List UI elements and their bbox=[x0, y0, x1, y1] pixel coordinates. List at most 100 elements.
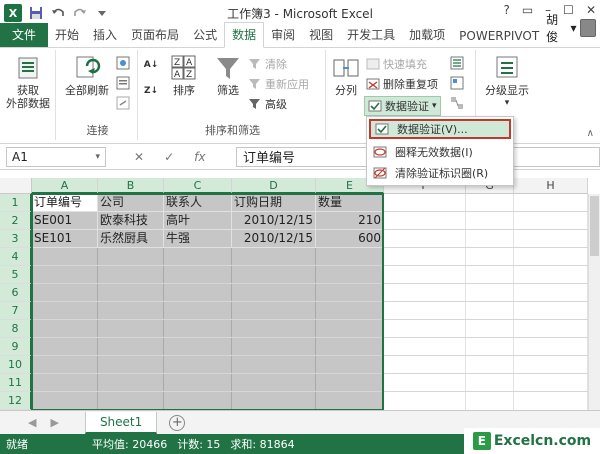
get-external-data-button[interactable]: 获取 外部数据 bbox=[2, 54, 54, 110]
svg-text:A: A bbox=[186, 58, 193, 68]
what-if-button[interactable] bbox=[450, 76, 464, 90]
name-box[interactable]: A1 ▾ bbox=[6, 146, 106, 167]
tab-home[interactable]: 开始 bbox=[48, 23, 86, 47]
gridline bbox=[32, 355, 588, 356]
menu-item-circle-invalid[interactable]: 圈释无效数据(I) bbox=[369, 142, 511, 162]
cell-e1[interactable]: 数量 bbox=[316, 194, 384, 212]
advanced-filter-button[interactable]: 高级 bbox=[248, 96, 287, 112]
tab-developer[interactable]: 开发工具 bbox=[340, 23, 402, 47]
relationships-button[interactable] bbox=[450, 96, 464, 110]
tab-formulas[interactable]: 公式 bbox=[186, 23, 224, 47]
tab-review[interactable]: 审阅 bbox=[264, 23, 302, 47]
advanced-filter-icon bbox=[248, 97, 262, 111]
next-sheet-icon[interactable]: ▶ bbox=[50, 416, 58, 429]
tab-view[interactable]: 视图 bbox=[302, 23, 340, 47]
tab-data[interactable]: 数据 bbox=[224, 22, 265, 48]
consolidate-button[interactable] bbox=[450, 56, 464, 70]
data-validation-button[interactable]: 数据验证 ▾ bbox=[364, 96, 441, 116]
menu-item-data-validation[interactable]: 数据验证(V)... bbox=[369, 119, 511, 139]
cell-a2[interactable]: SE001 bbox=[32, 212, 98, 230]
sort-button[interactable]: ZAAZ 排序 bbox=[164, 54, 204, 97]
svg-text:Z: Z bbox=[174, 58, 180, 68]
reapply-button[interactable]: 重新应用 bbox=[248, 76, 309, 92]
cell-d2[interactable]: 2010/12/15 bbox=[232, 212, 316, 230]
sort-descending-icon: Z↓ bbox=[143, 86, 159, 96]
row-header[interactable]: 11 bbox=[0, 374, 32, 392]
cell-a3[interactable]: SE101 bbox=[32, 230, 98, 248]
cell-e2[interactable]: 210 bbox=[316, 212, 384, 230]
connections-button[interactable] bbox=[116, 56, 130, 70]
row-header[interactable]: 9 bbox=[0, 338, 32, 356]
tab-powerpivot[interactable]: POWERPIVOT bbox=[452, 26, 546, 47]
row-header[interactable]: 7 bbox=[0, 302, 32, 320]
sort-desc-button[interactable]: Z↓ bbox=[144, 84, 158, 98]
ribbon-display-icon[interactable]: ▭ bbox=[522, 3, 533, 17]
tab-page-layout[interactable]: 页面布局 bbox=[124, 23, 186, 47]
row-header[interactable]: 1 bbox=[0, 194, 32, 212]
data-validation-icon bbox=[375, 122, 389, 136]
cell-d3[interactable]: 2010/12/15 bbox=[232, 230, 316, 248]
sheet-tab-sheet1[interactable]: Sheet1 bbox=[84, 411, 158, 434]
edit-links-button[interactable] bbox=[116, 96, 130, 110]
tab-file[interactable]: 文件 bbox=[0, 23, 49, 47]
enter-icon[interactable]: ✓ bbox=[164, 150, 174, 164]
select-all-corner[interactable] bbox=[0, 178, 32, 194]
sort-filter-group-label: 排序和筛选 bbox=[205, 124, 260, 137]
cell-c3[interactable]: 牛强 bbox=[164, 230, 232, 248]
text-to-columns-button[interactable]: 分列 bbox=[328, 54, 364, 97]
clear-filter-icon bbox=[248, 57, 262, 71]
row-header[interactable]: 8 bbox=[0, 320, 32, 338]
column-header-d[interactable]: D bbox=[232, 178, 316, 194]
user-account[interactable]: 胡俊 ▾ bbox=[546, 11, 600, 47]
tab-addins[interactable]: 加载项 bbox=[402, 23, 452, 47]
help-icon[interactable]: ? bbox=[503, 3, 509, 17]
cell-b1[interactable]: 公司 bbox=[98, 194, 164, 212]
row-header[interactable]: 6 bbox=[0, 284, 32, 302]
insert-function-icon[interactable]: fx bbox=[194, 150, 205, 164]
gridline bbox=[465, 194, 466, 410]
remove-duplicates-label: 删除重复项 bbox=[383, 78, 438, 91]
refresh-all-button[interactable]: 全部刷新 bbox=[60, 54, 114, 97]
sort-label: 排序 bbox=[173, 84, 195, 97]
menu-item-clear-circles[interactable]: 清除验证标识圈(R) bbox=[369, 163, 511, 183]
cell-e3[interactable]: 600 bbox=[316, 230, 384, 248]
scrollbar-thumb[interactable] bbox=[590, 196, 599, 256]
refresh-all-label: 全部刷新 bbox=[65, 84, 109, 97]
row-header[interactable]: 4 bbox=[0, 248, 32, 266]
cell-c2[interactable]: 高叶 bbox=[164, 212, 232, 230]
vertical-scrollbar[interactable] bbox=[588, 194, 600, 410]
remove-duplicates-button[interactable]: 删除重复项 bbox=[366, 76, 438, 92]
tab-insert[interactable]: 插入 bbox=[86, 23, 124, 47]
row-header[interactable]: 2 bbox=[0, 212, 32, 230]
cell-a1[interactable]: 订单编号 bbox=[32, 194, 98, 212]
cell-b3[interactable]: 乐然厨具 bbox=[98, 230, 164, 248]
cell-c1[interactable]: 联系人 bbox=[164, 194, 232, 212]
column-header-b[interactable]: B bbox=[98, 178, 164, 194]
watermark-text: Excelcn.com bbox=[493, 433, 592, 449]
ribbon-tabs: 文件 开始 插入 页面布局 公式 数据 审阅 视图 开发工具 加载项 POWER… bbox=[0, 13, 600, 48]
outline-button[interactable]: 分级显示 ▾ bbox=[480, 54, 534, 110]
chevron-down-icon: ▾ bbox=[432, 101, 437, 111]
properties-button[interactable] bbox=[116, 76, 130, 90]
sort-asc-button[interactable]: A↓ bbox=[144, 58, 159, 72]
add-sheet-icon[interactable]: + bbox=[169, 414, 186, 431]
svg-text:Z: Z bbox=[186, 70, 192, 80]
column-header-h[interactable]: H bbox=[514, 178, 588, 194]
cancel-icon[interactable]: ✕ bbox=[134, 150, 144, 164]
column-header-a[interactable]: A bbox=[32, 178, 98, 194]
column-header-c[interactable]: C bbox=[164, 178, 232, 194]
cell-d1[interactable]: 订购日期 bbox=[232, 194, 316, 212]
row-header[interactable]: 10 bbox=[0, 356, 32, 374]
cell-b2[interactable]: 欧泰科技 bbox=[98, 212, 164, 230]
row-header[interactable]: 5 bbox=[0, 266, 32, 284]
collapse-ribbon-icon[interactable]: ∧ bbox=[587, 128, 594, 139]
split-columns-icon bbox=[331, 54, 361, 82]
filter-button[interactable]: 筛选 bbox=[210, 54, 246, 97]
row-header[interactable]: 3 bbox=[0, 230, 32, 248]
outline-icon bbox=[492, 54, 522, 82]
flash-fill-button[interactable]: 快速填充 bbox=[366, 56, 427, 72]
clear-filter-button[interactable]: 清除 bbox=[248, 56, 287, 72]
row-header[interactable]: 12 bbox=[0, 392, 32, 410]
previous-sheet-icon[interactable]: ◀ bbox=[28, 416, 36, 429]
circle-invalid-icon bbox=[373, 145, 387, 159]
